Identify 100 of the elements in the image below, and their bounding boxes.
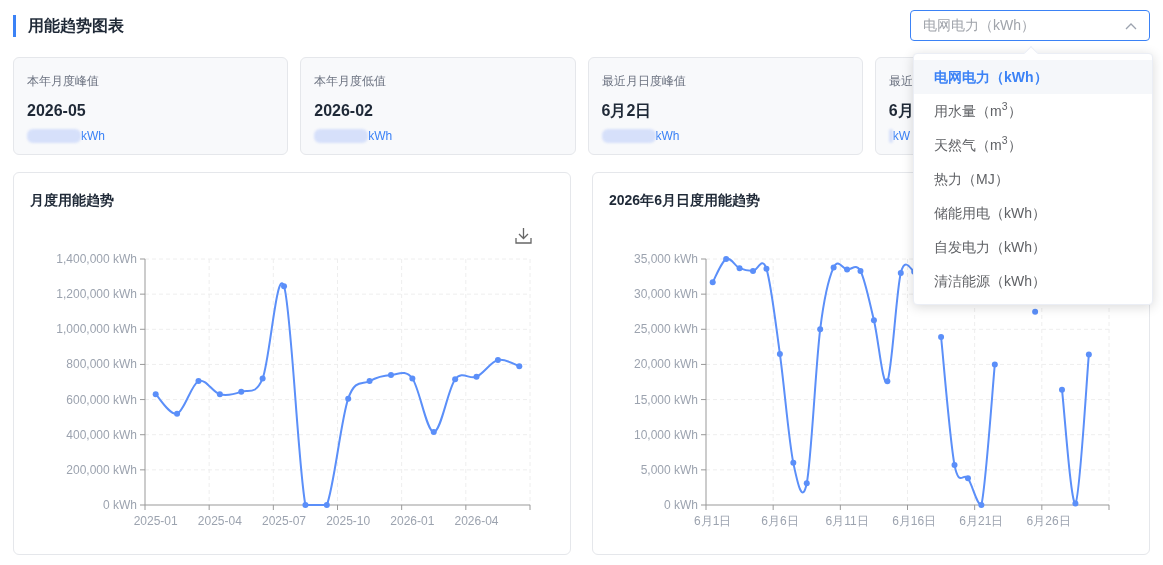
y-axis-label: 0 kWh xyxy=(664,498,698,512)
data-point xyxy=(830,264,837,271)
data-point xyxy=(817,326,824,333)
data-point xyxy=(281,283,288,290)
data-point xyxy=(978,502,985,508)
data-point xyxy=(452,376,459,383)
data-point xyxy=(1059,386,1065,393)
data-point xyxy=(238,388,245,395)
data-point xyxy=(709,279,716,286)
stat-label: 最近月日度峰值 xyxy=(601,73,686,90)
data-point xyxy=(897,270,904,277)
stat-unit: kWh xyxy=(81,128,105,145)
data-point xyxy=(857,267,864,274)
y-axis-label: 0 kWh xyxy=(103,498,137,512)
data-point xyxy=(736,265,743,272)
data-point xyxy=(430,429,437,436)
unit-select[interactable]: 电网电力（kWh） xyxy=(910,10,1150,41)
y-axis-label: 400,000 kWh xyxy=(66,427,137,442)
download-icon[interactable] xyxy=(515,227,532,244)
data-point xyxy=(345,395,352,402)
data-point xyxy=(790,459,797,466)
stat-value: 2026-05 xyxy=(27,101,86,121)
redacted-value xyxy=(27,129,81,143)
title-accent-bar xyxy=(13,14,16,37)
x-axis-label: 2025-07 xyxy=(262,514,307,528)
redacted-value xyxy=(601,129,656,143)
x-axis-label: 2025-04 xyxy=(197,514,242,528)
x-axis-label: 2026-04 xyxy=(454,514,499,528)
data-point xyxy=(723,256,730,262)
data-point xyxy=(1085,351,1092,358)
y-axis-label: 15,000 kWh xyxy=(633,392,698,407)
x-axis-label: 6月26日 xyxy=(1026,514,1071,528)
stat-unit: kW xyxy=(892,128,911,145)
select-input[interactable]: 电网电力（kWh） xyxy=(923,15,1103,36)
dropdown-option[interactable]: 清洁能源（kWh） xyxy=(914,264,1152,298)
dropdown-option[interactable]: 用水量（m$^{3}$） xyxy=(914,94,1152,128)
data-point xyxy=(174,410,181,417)
data-point xyxy=(964,475,971,482)
data-point xyxy=(870,317,877,324)
data-point xyxy=(844,266,851,273)
y-axis-label: 1,400,000 kWh xyxy=(56,252,137,266)
data-point xyxy=(473,373,480,380)
stat-unit: kWh xyxy=(655,128,680,145)
data-point xyxy=(1032,308,1039,315)
redacted-value xyxy=(888,129,893,143)
dropdown-option[interactable]: 热力（MJ） xyxy=(914,162,1152,196)
dropdown-option[interactable]: 电网电力（kWh） xyxy=(914,60,1152,94)
stat-label: 本年月度低值 xyxy=(314,73,387,90)
y-axis-label: 25,000 kWh xyxy=(633,322,698,337)
x-axis-label: 2025-01 xyxy=(133,514,178,528)
data-point xyxy=(763,265,770,272)
data-point xyxy=(991,361,998,368)
y-axis-label: 600,000 kWh xyxy=(66,392,137,407)
stat-unit: kWh xyxy=(368,128,393,145)
x-axis-label: 6月11日 xyxy=(825,514,869,528)
y-axis-label: 800,000 kWh xyxy=(66,357,137,372)
data-point xyxy=(750,267,756,274)
data-point xyxy=(387,371,394,378)
x-axis-label: 6月1日 xyxy=(694,514,732,528)
data-point xyxy=(803,480,810,487)
stat-value: 6月 xyxy=(888,101,914,121)
data-point xyxy=(195,378,202,385)
x-axis-label: 2026-01 xyxy=(390,514,435,528)
y-axis-label: 10,000 kWh xyxy=(633,427,698,442)
stat-label: 最近 xyxy=(888,73,913,90)
data-point xyxy=(366,378,373,385)
data-point xyxy=(216,391,223,398)
chevron-up-icon xyxy=(1125,21,1137,30)
y-axis-label: 200,000 kWh xyxy=(66,462,137,477)
y-axis-label: 35,000 kWh xyxy=(633,252,698,266)
chart-title: 月度用能趋势 xyxy=(30,191,114,210)
data-point xyxy=(302,502,309,508)
data-point xyxy=(152,391,159,398)
x-axis-label: 6月21日 xyxy=(959,514,1004,528)
x-axis-label: 6月16日 xyxy=(892,514,937,528)
y-axis-label: 30,000 kWh xyxy=(633,287,698,302)
stat-label: 本年月度峰值 xyxy=(27,73,99,90)
data-point xyxy=(494,357,501,364)
redacted-value xyxy=(314,129,369,143)
y-axis-label: 1,000,000 kWh xyxy=(56,322,137,337)
chart-title: 2026年6月日度用能趋势 xyxy=(609,191,760,210)
data-point xyxy=(1072,500,1079,507)
data-point xyxy=(409,375,416,382)
data-point xyxy=(951,461,958,468)
dropdown-option[interactable]: 自发电力（kWh） xyxy=(914,230,1152,264)
data-point xyxy=(776,350,783,357)
x-axis-label: 6月6日 xyxy=(761,514,799,528)
data-point xyxy=(516,363,523,370)
data-point xyxy=(884,378,891,385)
dropdown-option[interactable]: 储能用电（kWh） xyxy=(914,196,1152,230)
data-point xyxy=(259,375,266,382)
y-axis-label: 5,000 kWh xyxy=(640,462,698,477)
y-axis-label: 1,200,000 kWh xyxy=(56,287,137,302)
data-point xyxy=(323,502,330,508)
data-point xyxy=(938,334,945,340)
stat-value: 6月2日 xyxy=(601,101,652,121)
section-title: 用能趋势图表 xyxy=(28,15,124,36)
dropdown-option[interactable]: 天然气（m$^{3}$） xyxy=(914,128,1152,162)
x-axis-label: 2025-10 xyxy=(326,514,371,528)
y-axis-label: 20,000 kWh xyxy=(633,357,698,372)
